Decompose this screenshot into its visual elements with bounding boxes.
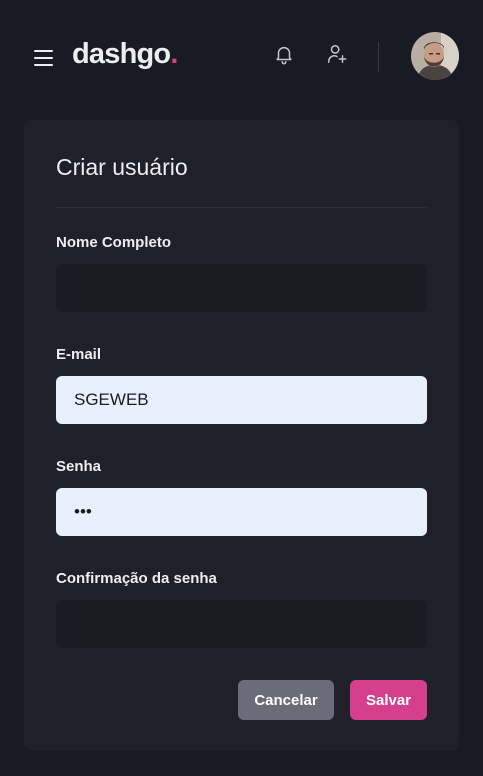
logo-text: dashgo [72,38,171,70]
email-label: E-mail [56,346,102,363]
logo: dashgo. [72,38,178,71]
header-divider [378,42,379,72]
cancel-button[interactable]: Cancelar [238,680,334,720]
password-confirm-label: Confirmação da senha [56,570,217,587]
user-add-icon[interactable] [326,43,348,65]
password-label: Senha [56,458,102,475]
password-confirm-field[interactable] [56,600,427,648]
password-field[interactable] [56,488,427,536]
menu-icon[interactable] [34,50,53,66]
bell-icon[interactable] [273,43,295,65]
title-divider [56,207,427,208]
name-label: Nome Completo [56,234,172,251]
header: dashgo. [0,0,483,116]
email-field[interactable] [56,376,427,424]
logo-dot: . [170,38,178,70]
page-title: Criar usuário [56,154,188,180]
save-button[interactable]: Salvar [350,680,427,720]
name-field[interactable] [56,264,427,312]
avatar[interactable] [411,32,459,80]
create-user-card: Criar usuário Nome Completo E-mail Senha… [24,120,459,751]
